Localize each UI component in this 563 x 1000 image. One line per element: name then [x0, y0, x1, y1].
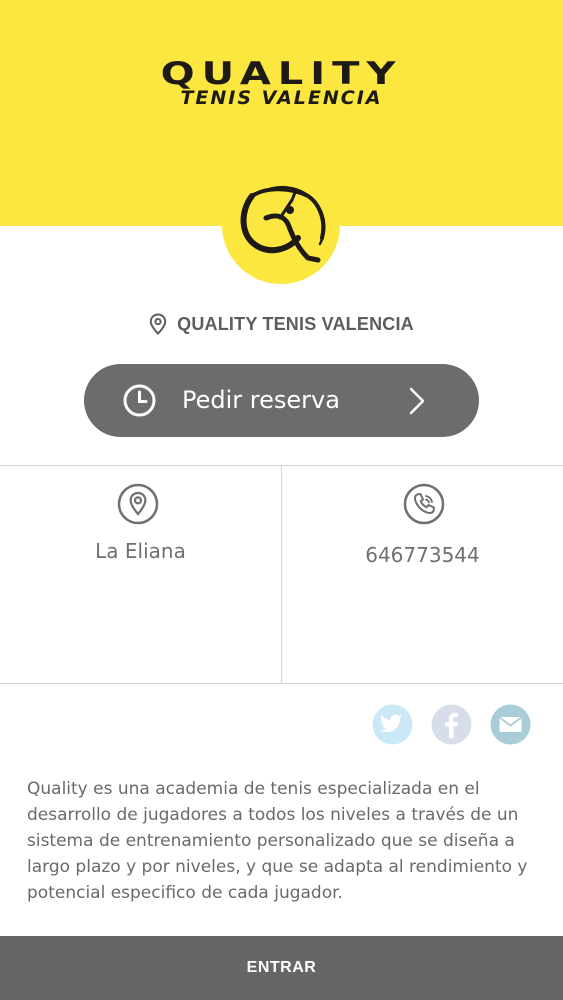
location-pin-icon: [117, 483, 159, 525]
location-cell[interactable]: La Eliana: [0, 465, 281, 683]
divider-bottom: [0, 683, 563, 684]
email-icon: [490, 704, 531, 745]
email-share-button[interactable]: [490, 704, 531, 745]
twitter-icon: [372, 704, 413, 745]
club-name: QUALITY TENIS VALENCIA: [177, 313, 414, 334]
enter-label: ENTRAR: [246, 959, 317, 976]
phone-value: 646773544: [365, 543, 480, 567]
club-location-line: QUALITY TENIS VALENCIA: [0, 311, 563, 337]
location-value: La Eliana: [95, 539, 186, 563]
chevron-right-icon: [409, 387, 425, 415]
facebook-share-button[interactable]: [431, 704, 472, 745]
logo-subtitle: TENIS VALENCIA: [180, 87, 383, 109]
phone-icon: [403, 483, 445, 525]
tennis-player-emblem-icon: [222, 166, 340, 284]
facebook-icon: [431, 704, 472, 745]
reserve-label: Pedir reserva: [182, 386, 340, 414]
reserve-button[interactable]: Pedir reserva: [84, 364, 479, 437]
twitter-share-button[interactable]: [372, 704, 413, 745]
phone-cell[interactable]: 646773544: [282, 465, 563, 683]
location-pin-icon: [149, 313, 167, 335]
enter-button[interactable]: ENTRAR: [0, 936, 563, 1000]
club-description: Quality es una academia de tenis especia…: [27, 779, 528, 903]
clock-icon: [123, 384, 156, 417]
